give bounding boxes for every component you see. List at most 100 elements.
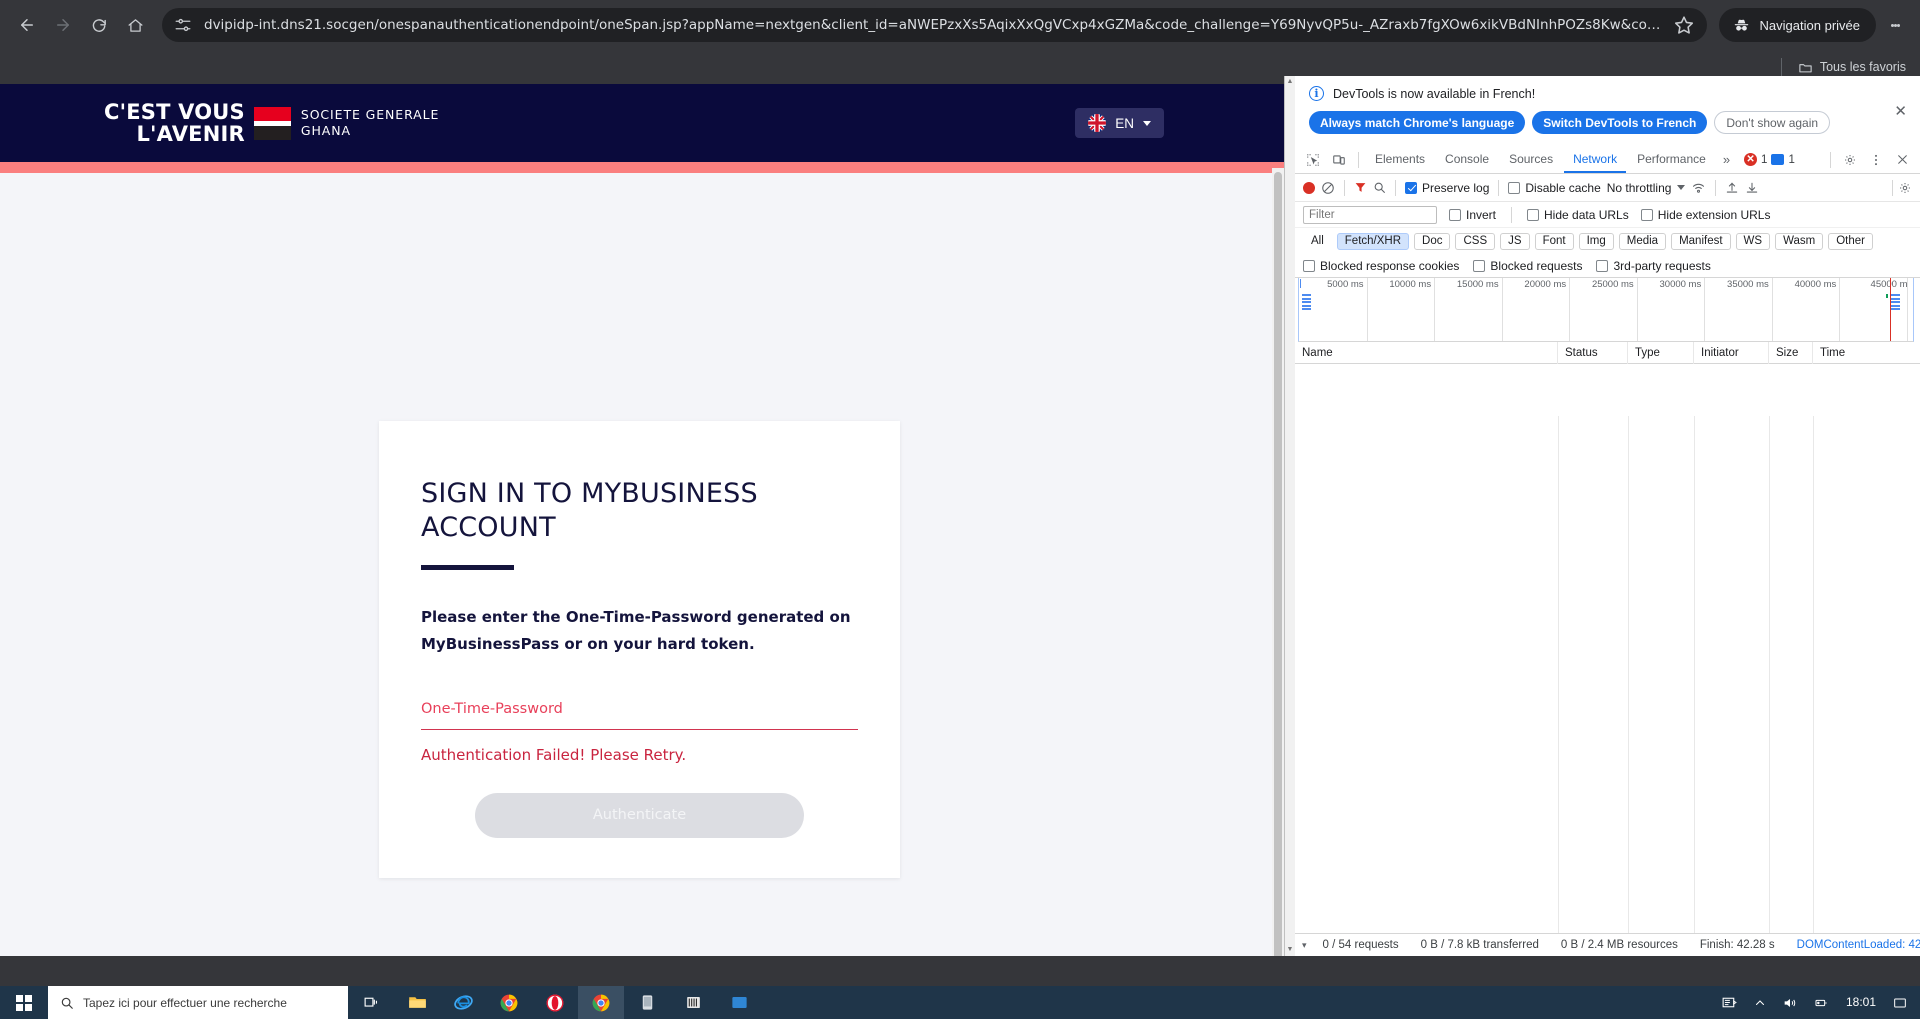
column-header-size[interactable]: Size [1769,341,1813,364]
taskbar-search-placeholder: Tapez ici pour effectuer une recherche [83,995,287,1010]
type-filter-ws[interactable]: WS [1735,232,1771,250]
tab-sources[interactable]: Sources [1500,146,1562,173]
notice-close-icon[interactable]: ✕ [1894,102,1907,120]
export-har-icon[interactable] [1745,181,1759,195]
column-header-time[interactable]: Time [1813,342,1913,364]
opera-icon [546,994,564,1011]
taskbar-app-3[interactable] [716,986,762,1019]
error-badge-icon[interactable]: ✕ [1744,153,1758,166]
devtools-menu-button[interactable] [1864,148,1888,172]
chrome-active-button[interactable] [578,986,624,1019]
opera-button[interactable] [532,986,578,1019]
type-filter-wasm[interactable]: Wasm [1775,232,1824,250]
import-har-icon[interactable] [1725,181,1739,195]
site-settings-icon[interactable] [174,16,192,34]
internet-explorer-button[interactable] [440,986,486,1019]
clock-time: 18:01 [1845,994,1876,1009]
devtools-settings-button[interactable] [1838,148,1862,172]
type-filter-other[interactable]: Other [1828,232,1873,250]
switch-to-french-button[interactable]: Switch DevTools to French [1532,111,1708,134]
type-filter-all[interactable]: All [1303,232,1332,250]
type-filter-img[interactable]: Img [1578,232,1614,250]
page-scrollbar[interactable] [1272,168,1284,956]
dont-show-again-button[interactable]: Don't show again [1714,111,1831,134]
clock[interactable]: 18:01 [1845,994,1876,1010]
column-header-initiator[interactable]: Initiator [1694,341,1769,364]
chevron-down-icon[interactable] [1677,185,1686,190]
taskbar-app-2[interactable] [670,986,716,1019]
hide-extension-urls-checkbox[interactable]: Hide extension URLs [1640,208,1770,222]
incognito-indicator[interactable]: Navigation privée [1718,8,1876,42]
type-filter-media[interactable]: Media [1618,232,1667,250]
status-collapse-icon[interactable]: ▾ [1297,940,1312,951]
type-filter-fetch-xhr[interactable]: Fetch/XHR [1336,232,1410,250]
tab-elements[interactable]: Elements [1366,146,1434,173]
preserve-log-checkbox[interactable]: Preserve log [1405,181,1489,195]
network-conditions-icon[interactable] [1691,180,1706,195]
scroll-down-arrow-icon[interactable]: ▼ [1286,946,1294,954]
network-overview-timeline[interactable]: 5000 ms 10000 ms 15000 ms 20000 ms 25000… [1298,278,1914,342]
timeline-tick-label: 30000 ms [1659,279,1702,290]
home-button[interactable] [118,8,152,42]
scroll-up-arrow-icon[interactable]: ▲ [1286,78,1294,86]
disable-cache-checkbox[interactable]: Disable cache [1508,180,1601,195]
device-toolbar-button[interactable] [1327,148,1351,172]
authenticate-button[interactable]: Authenticate [475,792,804,838]
more-tabs-icon[interactable]: » [1717,152,1736,167]
network-settings-gear-icon[interactable] [1898,181,1912,195]
column-header-type[interactable]: Type [1628,341,1694,364]
column-header-name[interactable]: Name [1295,341,1558,364]
task-view-button[interactable] [348,986,394,1019]
tab-console[interactable]: Console [1436,146,1498,173]
all-bookmarks-button[interactable]: Tous les favoris [1798,60,1906,75]
type-filter-doc[interactable]: Doc [1414,232,1451,250]
blocked-response-cookies-checkbox[interactable]: Blocked response cookies [1303,259,1459,273]
page-scrollbar-thumb[interactable] [1274,172,1282,956]
filter-input[interactable] [1303,205,1437,224]
action-center-button[interactable] [1892,995,1908,1011]
notification-panel-button[interactable] [1721,994,1738,1011]
file-explorer-button[interactable] [394,986,440,1019]
inspect-element-button[interactable] [1301,148,1325,172]
disable-cache-label: Disable cache [1525,180,1601,195]
otp-input-underline[interactable] [421,728,858,730]
invert-checkbox[interactable]: Invert [1449,208,1496,222]
start-button[interactable] [0,986,48,1019]
blocked-requests-checkbox[interactable]: Blocked requests [1473,259,1582,273]
type-filter-js[interactable]: JS [1500,232,1530,250]
taskbar-app-1[interactable] [624,986,670,1019]
show-hidden-icons-button[interactable] [1754,997,1766,1009]
clear-icon[interactable] [1321,181,1335,195]
message-badge-icon[interactable] [1771,154,1785,165]
third-party-requests-checkbox[interactable]: 3rd-party requests [1596,258,1711,273]
throttling-select[interactable]: No throttling [1607,181,1672,195]
network-request-list[interactable] [1295,416,1920,933]
record-stop-icon[interactable] [1303,181,1315,194]
forward-button[interactable] [46,8,80,42]
always-match-language-button[interactable]: Always match Chrome's language [1309,111,1526,134]
taskbar-search-box[interactable]: Tapez ici pour effectuer une recherche [48,986,348,1019]
devtools-scrollbar[interactable]: ▲ ▼ [1285,76,1295,956]
type-filter-manifest[interactable]: Manifest [1671,232,1731,250]
hide-data-urls-checkbox[interactable]: Hide data URLs [1527,208,1629,222]
language-selector[interactable]: EN [1075,108,1164,138]
site-logo[interactable]: C'EST VOUS L'AVENIR SOCIETE GENERALE GHA… [104,101,439,145]
devtools-close-button[interactable] [1890,148,1914,172]
third-party-requests-label: 3rd-party requests [1613,258,1711,273]
column-header-status[interactable]: Status [1558,341,1628,364]
browser-toolbar: dvipidp-int.dns21.socgen/onespanauthenti… [0,0,1920,50]
chrome-menu-button[interactable] [1880,8,1910,42]
bookmark-star-icon[interactable] [1673,14,1695,36]
back-button[interactable] [10,8,44,42]
search-icon[interactable] [1373,181,1386,194]
filter-funnel-icon[interactable] [1354,181,1367,194]
address-bar[interactable]: dvipidp-int.dns21.socgen/onespanauthenti… [162,8,1707,42]
tab-performance[interactable]: Performance [1628,146,1715,173]
chrome-button[interactable] [486,986,532,1019]
type-filter-font[interactable]: Font [1534,232,1574,250]
volume-button[interactable] [1782,995,1798,1011]
reload-button[interactable] [82,8,116,42]
network-button[interactable] [1814,995,1830,1011]
type-filter-css[interactable]: CSS [1455,232,1496,250]
tab-network[interactable]: Network [1564,146,1627,173]
